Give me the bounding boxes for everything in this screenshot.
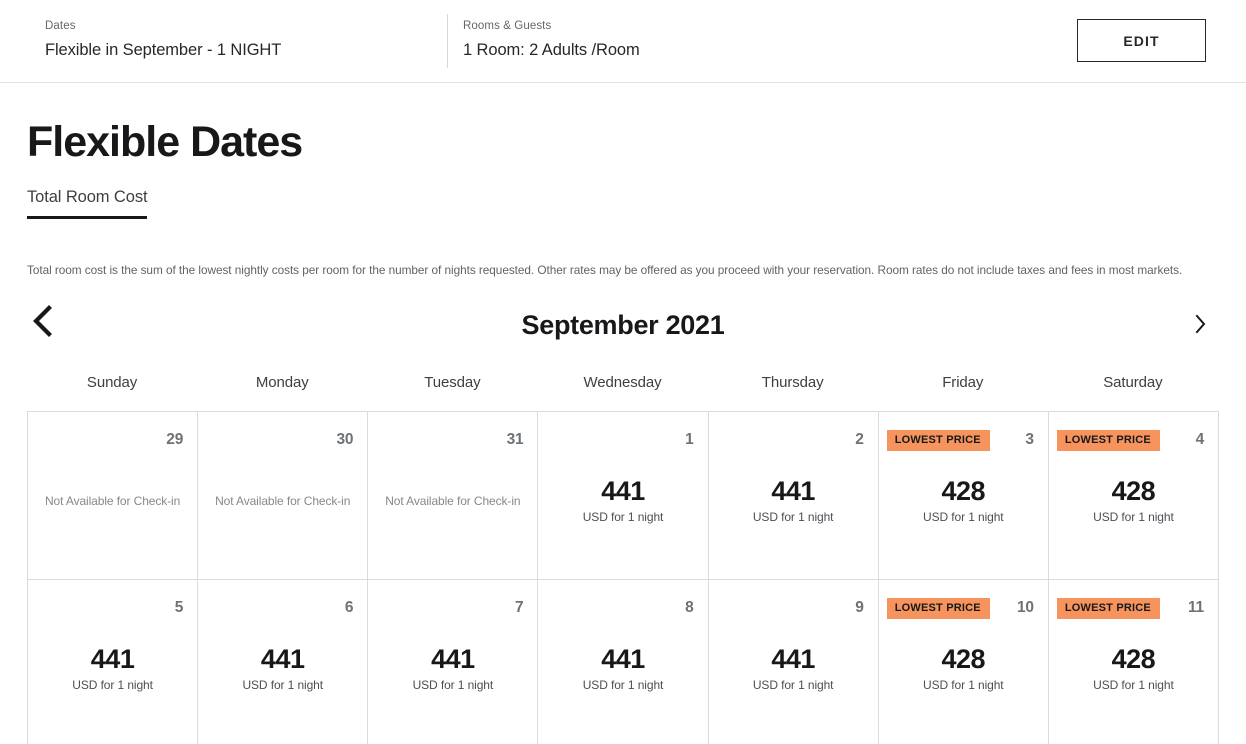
day-cell-body: 428 USD for 1 night <box>1049 476 1218 524</box>
day-number: 31 <box>506 431 524 448</box>
calendar-day-cell[interactable]: 7 441 USD for 1 night <box>367 579 539 744</box>
calendar-week-row: 29 Not Available for Check-in 30 Not Availa… <box>27 411 1219 580</box>
weekday-header: Thursday <box>761 374 824 391</box>
day-price-note: USD for 1 night <box>752 510 834 524</box>
weekday-header: Friday <box>942 374 984 391</box>
lowest-price-badge: LOWEST PRICE <box>1056 430 1160 451</box>
day-number: 9 <box>855 599 864 616</box>
day-price: 428 <box>941 476 986 506</box>
calendar-day-cell[interactable]: 2 441 USD for 1 night <box>707 411 879 580</box>
rooms-guests-label: Rooms & Guests <box>463 20 552 32</box>
disclaimer-text: Total room cost is the sum of the lowest… <box>27 263 1183 277</box>
edit-button[interactable]: EDIT <box>1077 19 1206 62</box>
day-number: 11 <box>1187 599 1204 616</box>
chevron-right-glyph <box>1195 314 1206 334</box>
calendar-day-cell-unavailable: 30 Not Available for Check-in <box>197 411 369 580</box>
month-navigation: September 2021 <box>0 300 1246 362</box>
day-price: 441 <box>771 644 815 674</box>
unavailable-label: Not Available for Check-in <box>44 494 181 508</box>
day-number: 3 <box>1025 431 1034 448</box>
dates-summary-field[interactable]: Dates Flexible in September - 1 NIGHT <box>45 0 445 61</box>
day-price-note: USD for 1 night <box>923 678 1004 692</box>
summary-divider <box>447 14 448 68</box>
day-number: 5 <box>174 599 184 616</box>
rooms-guests-summary-field[interactable]: Rooms & Guests 1 Room: 2 Adults /Room <box>463 0 883 61</box>
weekday-header: Wednesday <box>583 374 662 391</box>
day-cell-body: 441 USD for 1 night <box>368 644 537 692</box>
rooms-guests-value: 1 Room: 2 Adults /Room <box>463 41 640 59</box>
day-number: 10 <box>1017 599 1034 616</box>
flexible-dates-calendar: Sunday Monday Tuesday Wednesday Thursday Frid… <box>27 362 1219 744</box>
calendar-day-cell[interactable]: LOWEST PRICE 3 428 USD for 1 night <box>877 411 1049 580</box>
search-summary-bar: Dates Flexible in September - 1 NIGHT Ro… <box>0 0 1246 83</box>
day-cell-body: 441 USD for 1 night <box>709 644 878 692</box>
lowest-price-badge: LOWEST PRICE <box>886 598 990 619</box>
dates-value: Flexible in September - 1 NIGHT <box>45 41 282 59</box>
weekday-header: Tuesday <box>424 374 481 391</box>
calendar-day-cell-unavailable: 31 Not Available for Check-in <box>367 411 539 580</box>
chevron-left-glyph <box>33 305 52 337</box>
day-price: 428 <box>941 644 986 674</box>
day-price-note: USD for 1 night <box>923 510 1004 524</box>
weekday-header: Sunday <box>86 374 138 391</box>
calendar-day-cell[interactable]: LOWEST PRICE 4 428 USD for 1 night <box>1047 411 1219 580</box>
weekday-header-row: Sunday Monday Tuesday Wednesday Thursday Frid… <box>27 362 1218 411</box>
chevron-right-icon[interactable] <box>1194 314 1206 336</box>
calendar-day-cell[interactable]: 9 441 USD for 1 night <box>707 579 879 744</box>
day-cell-body: 428 USD for 1 night <box>879 644 1048 692</box>
day-number: 4 <box>1195 431 1205 448</box>
day-price: 441 <box>431 644 475 674</box>
calendar-weeks: 29 Not Available for Check-in 30 Not Availa… <box>27 411 1219 744</box>
day-number: 2 <box>855 431 864 448</box>
day-number: 1 <box>685 431 694 448</box>
calendar-day-cell[interactable]: LOWEST PRICE 10 428 USD for 1 night <box>877 579 1049 744</box>
dates-label: Dates <box>45 20 76 32</box>
lowest-price-badge: LOWEST PRICE <box>1056 598 1160 619</box>
day-cell-body: 441 USD for 1 night <box>538 644 707 692</box>
day-number: 29 <box>166 431 184 448</box>
day-cell-body: 428 USD for 1 night <box>1049 644 1218 692</box>
day-price-note: USD for 1 night <box>242 678 323 692</box>
calendar-day-cell[interactable]: 8 441 USD for 1 night <box>537 579 709 744</box>
month-title: September 2021 <box>521 310 725 340</box>
unavailable-label: Not Available for Check-in <box>385 494 521 508</box>
lowest-price-badge: LOWEST PRICE <box>886 430 990 451</box>
day-price: 441 <box>771 476 815 506</box>
calendar-day-cell[interactable]: 1 441 USD for 1 night <box>537 411 709 580</box>
page-title: Flexible Dates <box>27 118 303 166</box>
day-price-note: USD for 1 night <box>1093 510 1174 524</box>
day-price-note: USD for 1 night <box>72 678 153 692</box>
calendar-week-row: 5 441 USD for 1 night 6 441 USD for 1 night 7 4… <box>27 579 1219 744</box>
day-number: 8 <box>685 599 694 616</box>
day-number: 30 <box>336 431 354 448</box>
chevron-left-icon[interactable] <box>29 304 55 340</box>
day-price-note: USD for 1 night <box>582 678 664 692</box>
tab-total-room-cost[interactable]: Total Room Cost <box>27 188 148 219</box>
unavailable-label: Not Available for Check-in <box>215 494 351 508</box>
day-price: 428 <box>1111 476 1156 506</box>
day-cell-body: 441 USD for 1 night <box>709 476 878 524</box>
calendar-day-cell[interactable]: 6 441 USD for 1 night <box>197 579 369 744</box>
day-cell-body: 441 USD for 1 night <box>198 644 367 692</box>
calendar-day-cell[interactable]: 5 441 USD for 1 night <box>27 579 199 744</box>
day-number: 6 <box>344 599 354 616</box>
day-price: 441 <box>260 644 305 674</box>
day-price: 441 <box>601 476 645 506</box>
calendar-day-cell[interactable]: LOWEST PRICE 11 428 USD for 1 night <box>1047 579 1219 744</box>
day-price: 428 <box>1111 644 1156 674</box>
calendar-day-cell-unavailable: 29 Not Available for Check-in <box>27 411 199 580</box>
day-price-note: USD for 1 night <box>412 678 494 692</box>
tab-bar: Total Room Cost <box>27 188 1246 219</box>
day-cell-body: 441 USD for 1 night <box>28 644 197 692</box>
day-price-note: USD for 1 night <box>582 510 664 524</box>
weekday-header: Saturday <box>1103 374 1163 391</box>
day-price-note: USD for 1 night <box>752 678 834 692</box>
day-price: 441 <box>601 644 645 674</box>
day-cell-body: 441 USD for 1 night <box>538 476 707 524</box>
weekday-header: Monday <box>255 374 309 391</box>
day-price: 441 <box>90 644 135 674</box>
day-number: 7 <box>515 599 524 616</box>
day-price-note: USD for 1 night <box>1093 678 1174 692</box>
day-cell-body: 428 USD for 1 night <box>879 476 1048 524</box>
